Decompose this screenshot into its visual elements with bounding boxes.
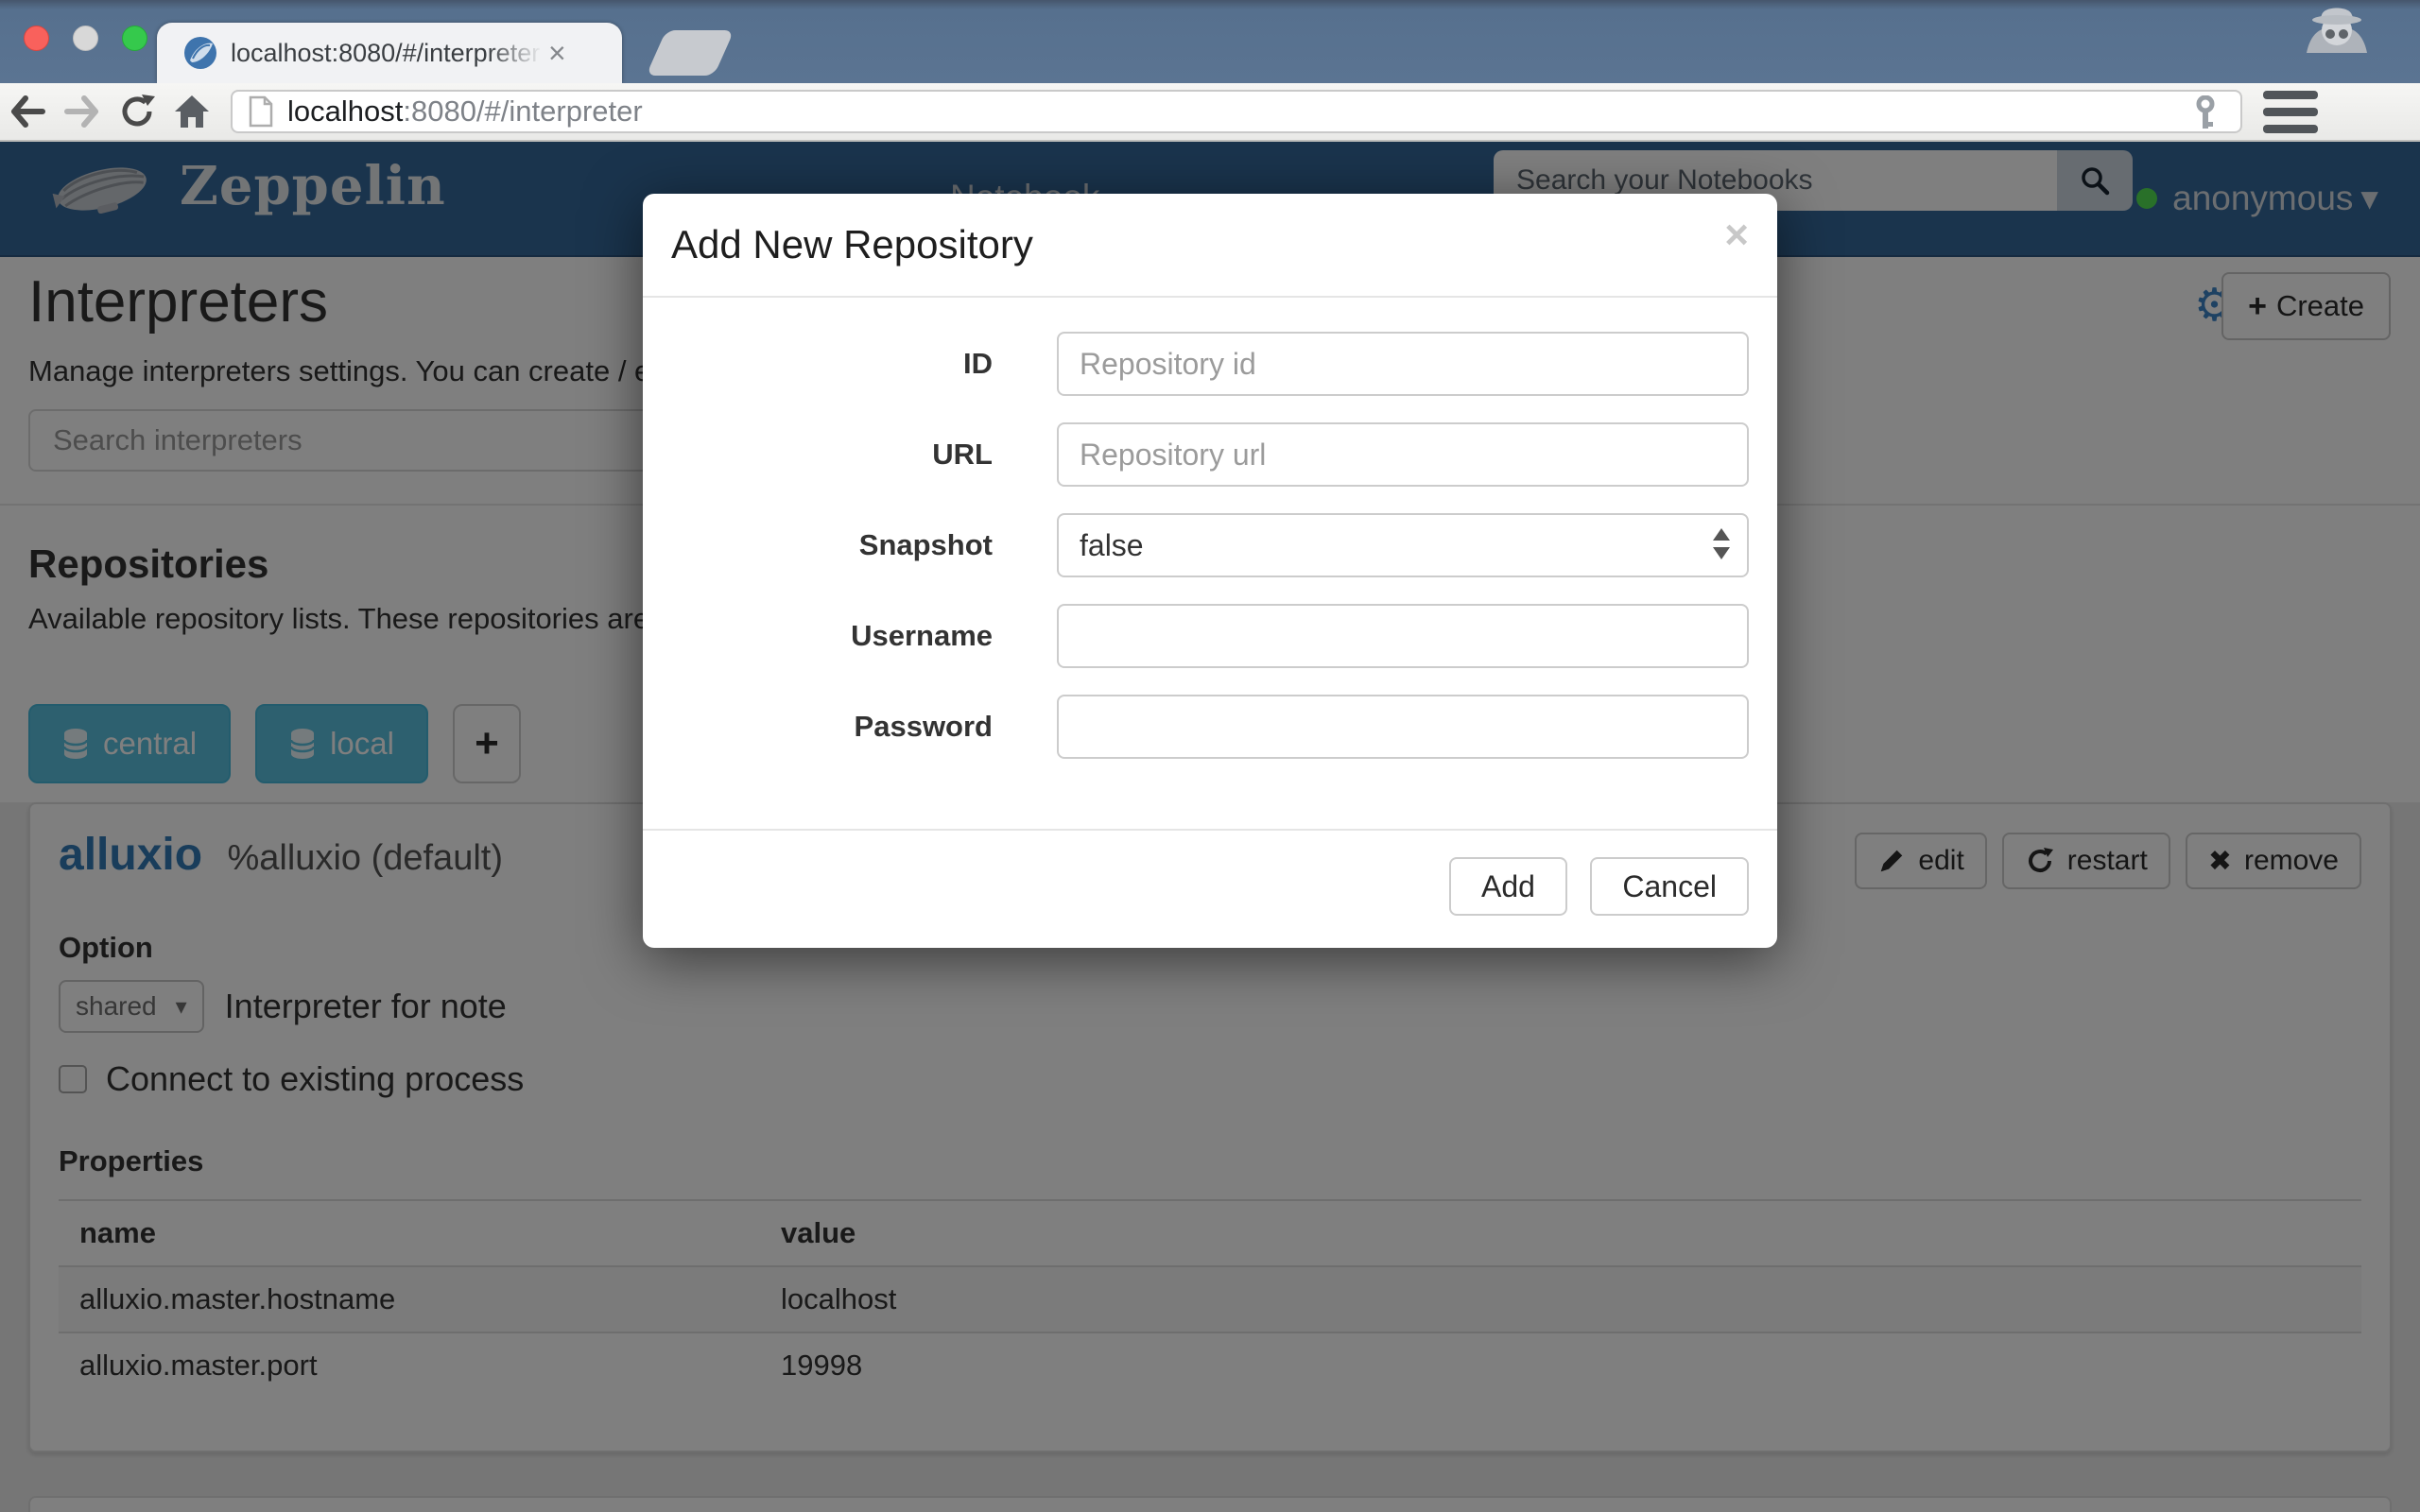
form-row-url: URL [671,422,1749,487]
address-bar[interactable]: localhost:8080/#/interpreter [231,90,2242,133]
window-minimize-button[interactable] [73,26,98,51]
repository-id-input[interactable] [1057,332,1749,396]
back-button[interactable] [0,93,55,130]
modal-title: Add New Repository [671,222,1749,267]
incognito-icon [2288,2,2386,55]
screen: Interpreters Manage interpreters setting… [0,0,2420,1512]
repository-url-input[interactable] [1057,422,1749,487]
tab-title: localhost:8080/#/interpreter [231,39,543,68]
url-text: localhost:8080/#/interpreter [287,94,643,129]
add-repository-modal: Add New Repository × ID URL Snapshot fal… [643,194,1777,948]
password-label: Password [671,710,993,744]
form-row-snapshot: Snapshot false [671,513,1749,577]
reload-button[interactable] [110,92,164,131]
username-input[interactable] [1057,604,1749,668]
window-zoom-button[interactable] [122,26,147,51]
form-row-username: Username [671,604,1749,668]
modal-body: ID URL Snapshot false Username [643,298,1777,829]
page-icon [248,95,274,128]
browser-chrome: localhost:8080/#/interpreter × [0,0,2420,142]
zeppelin-favicon-icon [183,36,217,70]
id-label: ID [671,347,993,381]
snapshot-select[interactable]: false [1057,513,1749,577]
browser-menu-icon[interactable] [2263,91,2318,133]
new-tab-button[interactable] [646,30,734,76]
password-input[interactable] [1057,695,1749,759]
close-icon[interactable]: × [1724,215,1749,256]
form-row-password: Password [671,695,1749,759]
window-close-button[interactable] [24,26,49,51]
username-label: Username [671,619,993,653]
url-label: URL [671,438,993,472]
forward-button[interactable] [55,93,110,130]
browser-tab-bar: localhost:8080/#/interpreter × [0,0,2420,83]
snapshot-label: Snapshot [671,528,993,562]
modal-header: Add New Repository × [643,194,1777,298]
home-button[interactable] [164,93,219,130]
add-button[interactable]: Add [1449,857,1567,916]
browser-tab[interactable]: localhost:8080/#/interpreter × [157,23,622,83]
modal-footer: Add Cancel [643,829,1777,948]
tab-close-icon[interactable]: × [548,38,566,68]
browser-toolbar: localhost:8080/#/interpreter [0,83,2420,142]
select-stepper-icon [1713,528,1730,559]
key-icon[interactable] [2195,95,2216,133]
form-row-id: ID [671,332,1749,396]
cancel-button[interactable]: Cancel [1590,857,1749,916]
